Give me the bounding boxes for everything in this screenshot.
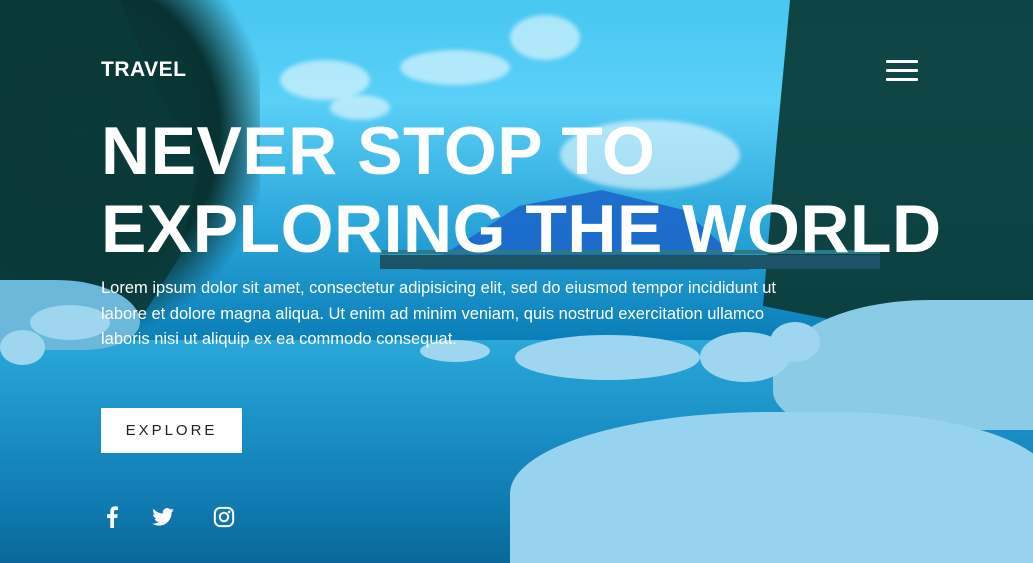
hero-description: Lorem ipsum dolor sit amet, consectetur … bbox=[101, 279, 777, 348]
hamburger-menu-button[interactable] bbox=[886, 60, 918, 82]
headline-line-1: NEVER STOP TO bbox=[101, 113, 656, 189]
hero-headline: NEVER STOP TO EXPLORING THE WORLD bbox=[101, 112, 942, 268]
menu-bar bbox=[886, 60, 918, 63]
menu-bar bbox=[886, 69, 918, 72]
headline-line-2: EXPLORING THE WORLD bbox=[101, 191, 942, 267]
facebook-icon[interactable] bbox=[99, 504, 125, 530]
instagram-icon[interactable] bbox=[211, 504, 237, 530]
twitter-icon[interactable] bbox=[150, 504, 176, 530]
brand-logo[interactable]: TRAVEL bbox=[101, 58, 186, 82]
explore-button[interactable]: EXPLORE bbox=[101, 408, 242, 453]
menu-bar bbox=[886, 78, 918, 81]
hero-section: TRAVEL NEVER STOP TO EXPLORING THE WORLD… bbox=[0, 0, 1033, 563]
